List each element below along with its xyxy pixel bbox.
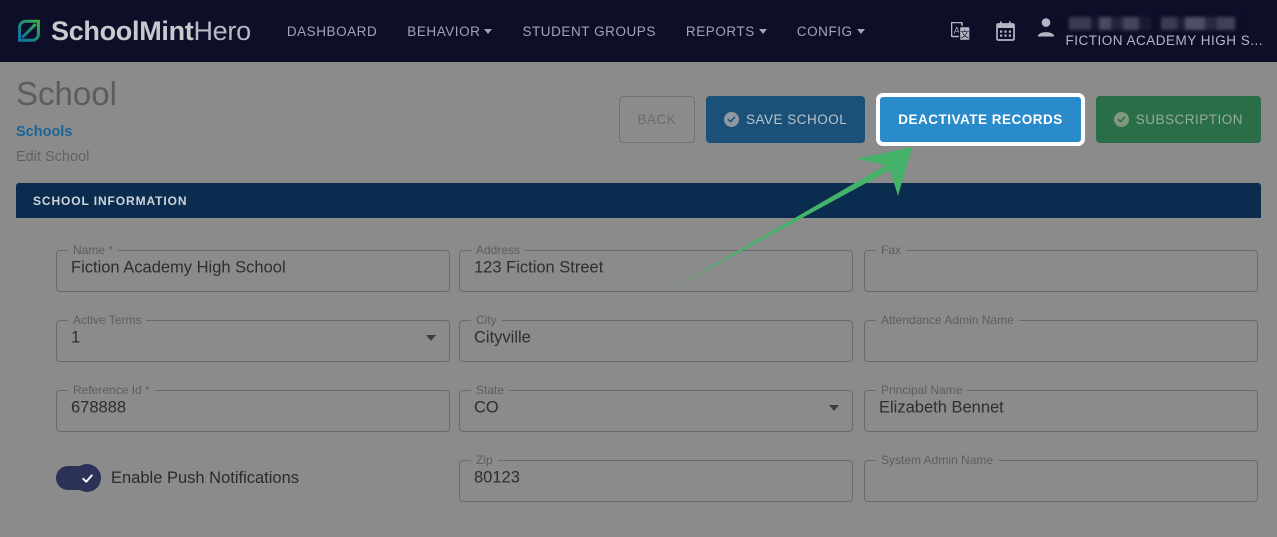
check-circle-icon bbox=[723, 112, 739, 127]
check-circle-icon bbox=[1113, 112, 1129, 127]
brand-name-light: Hero bbox=[193, 15, 251, 46]
school-information-card: SCHOOL INFORMATION Name * Fiction Academ… bbox=[16, 183, 1261, 522]
nav-item-student-groups[interactable]: STUDENT GROUPS bbox=[522, 24, 655, 39]
zip-field-value: 80123 bbox=[474, 468, 520, 487]
enable-push-notifications-row: Enable Push Notifications bbox=[56, 454, 450, 502]
state-select[interactable]: State CO bbox=[459, 383, 853, 433]
principal-name-label: Principal Name bbox=[881, 383, 963, 398]
nav-item-label: STUDENT GROUPS bbox=[522, 23, 656, 39]
nav-item-reports[interactable]: REPORTS bbox=[686, 24, 767, 39]
reference-id-value: 678888 bbox=[71, 398, 127, 417]
attendance-admin-name-field[interactable]: Attendance Admin Name bbox=[864, 313, 1258, 363]
back-button-label: BACK bbox=[637, 112, 677, 127]
card-header: SCHOOL INFORMATION bbox=[16, 183, 1261, 219]
chevron-down-icon[interactable] bbox=[426, 335, 436, 342]
active-terms-label: Active Terms bbox=[73, 313, 142, 328]
form-column-right: Fax Attendance Admin Name Principal Name… bbox=[864, 243, 1258, 503]
user-name-redacted bbox=[1065, 16, 1244, 30]
name-field[interactable]: Name * Fiction Academy High School bbox=[56, 243, 450, 293]
address-field[interactable]: Address 123 Fiction Street bbox=[459, 243, 853, 293]
chevron-down-icon bbox=[758, 28, 767, 34]
translate-icon[interactable]: A 文 bbox=[951, 21, 974, 41]
card-body: Name * Fiction Academy High School Activ… bbox=[16, 218, 1261, 522]
name-field-label: Name * bbox=[73, 243, 114, 258]
active-terms-value: 1 bbox=[71, 328, 81, 347]
principal-name-field[interactable]: Principal Name Elizabeth Bennet bbox=[864, 383, 1258, 433]
card-header-label: SCHOOL INFORMATION bbox=[33, 193, 188, 208]
system-admin-name-label: System Admin Name bbox=[881, 453, 994, 468]
fax-field-label: Fax bbox=[881, 243, 902, 258]
state-select-label: State bbox=[476, 383, 505, 398]
chevron-down-icon bbox=[484, 28, 493, 34]
reference-id-field[interactable]: Reference Id * 678888 bbox=[56, 383, 450, 433]
top-navigation-bar: SchoolMintHero DASHBOARD BEHAVIOR STUDEN… bbox=[0, 0, 1277, 62]
fax-field[interactable]: Fax bbox=[864, 243, 1258, 293]
form-column-left: Name * Fiction Academy High School Activ… bbox=[56, 244, 450, 502]
address-field-label: Address bbox=[476, 243, 521, 258]
city-field-label: City bbox=[476, 313, 497, 328]
city-field[interactable]: City Cityville bbox=[459, 313, 853, 363]
form-column-middle: Address 123 Fiction Street City Cityvill… bbox=[459, 243, 853, 503]
nav-item-config[interactable]: CONFIG bbox=[797, 24, 865, 39]
save-school-button-label: SAVE SCHOOL bbox=[745, 112, 848, 127]
back-button[interactable]: BACK bbox=[618, 96, 695, 143]
chevron-down-icon[interactable] bbox=[829, 405, 839, 412]
toggle-knob bbox=[73, 464, 101, 493]
user-account-menu[interactable]: FICTION ACADEMY HIGH S... bbox=[1037, 15, 1263, 48]
calendar-icon[interactable] bbox=[996, 21, 1016, 41]
enable-push-notifications-toggle[interactable] bbox=[56, 464, 101, 493]
nav-item-label: REPORTS bbox=[685, 23, 755, 39]
nav-right-cluster: A 文 FICTION ACADEMY HIGH S... bbox=[951, 15, 1263, 48]
active-terms-select[interactable]: Active Terms 1 bbox=[56, 313, 450, 363]
subscription-button-label: SUBSCRIPTION bbox=[1135, 112, 1243, 127]
name-field-value: Fiction Academy High School bbox=[71, 258, 286, 277]
city-field-value: Cityville bbox=[474, 328, 531, 347]
nav-item-behavior[interactable]: BEHAVIOR bbox=[407, 23, 493, 39]
check-icon bbox=[81, 474, 93, 483]
svg-text:文: 文 bbox=[961, 28, 970, 39]
zip-field-label: Zip bbox=[476, 453, 493, 468]
subscription-button[interactable]: SUBSCRIPTION bbox=[1095, 96, 1261, 143]
brand-logo[interactable]: SchoolMintHero bbox=[16, 16, 251, 47]
page-action-buttons: BACK SAVE SCHOOL DEACTIVATE RECORDS SUBS… bbox=[618, 93, 1261, 146]
enable-push-notifications-label: Enable Push Notifications bbox=[111, 468, 300, 487]
primary-nav: DASHBOARD BEHAVIOR STUDENT GROUPS REPORT… bbox=[287, 24, 865, 39]
zip-field[interactable]: Zip 80123 bbox=[459, 453, 853, 503]
current-school-name: FICTION ACADEMY HIGH S... bbox=[1065, 32, 1263, 48]
address-field-value: 123 Fiction Street bbox=[474, 258, 604, 277]
breadcrumb-current: Edit School bbox=[16, 149, 90, 166]
reference-id-label: Reference Id * bbox=[73, 383, 150, 398]
leaf-icon bbox=[16, 18, 42, 44]
nav-item-dashboard[interactable]: DASHBOARD bbox=[287, 24, 377, 39]
nav-item-label: BEHAVIOR bbox=[407, 23, 481, 39]
deactivate-records-button-label: DEACTIVATE RECORDS bbox=[898, 112, 1063, 127]
attendance-admin-name-label: Attendance Admin Name bbox=[881, 313, 1014, 328]
nav-item-label: DASHBOARD bbox=[286, 23, 378, 39]
deactivate-records-button[interactable]: DEACTIVATE RECORDS bbox=[876, 93, 1085, 146]
system-admin-name-field[interactable]: System Admin Name bbox=[864, 453, 1258, 503]
brand-name-bold: SchoolMint bbox=[51, 15, 194, 46]
user-text-block: FICTION ACADEMY HIGH S... bbox=[1065, 16, 1263, 48]
principal-name-value: Elizabeth Bennet bbox=[879, 398, 1004, 417]
save-school-button[interactable]: SAVE SCHOOL bbox=[705, 96, 866, 143]
brand-text: SchoolMintHero bbox=[51, 16, 251, 47]
user-icon bbox=[1037, 17, 1055, 42]
state-select-value: CO bbox=[474, 398, 499, 417]
chevron-down-icon bbox=[856, 28, 865, 34]
nav-item-label: CONFIG bbox=[796, 23, 853, 39]
